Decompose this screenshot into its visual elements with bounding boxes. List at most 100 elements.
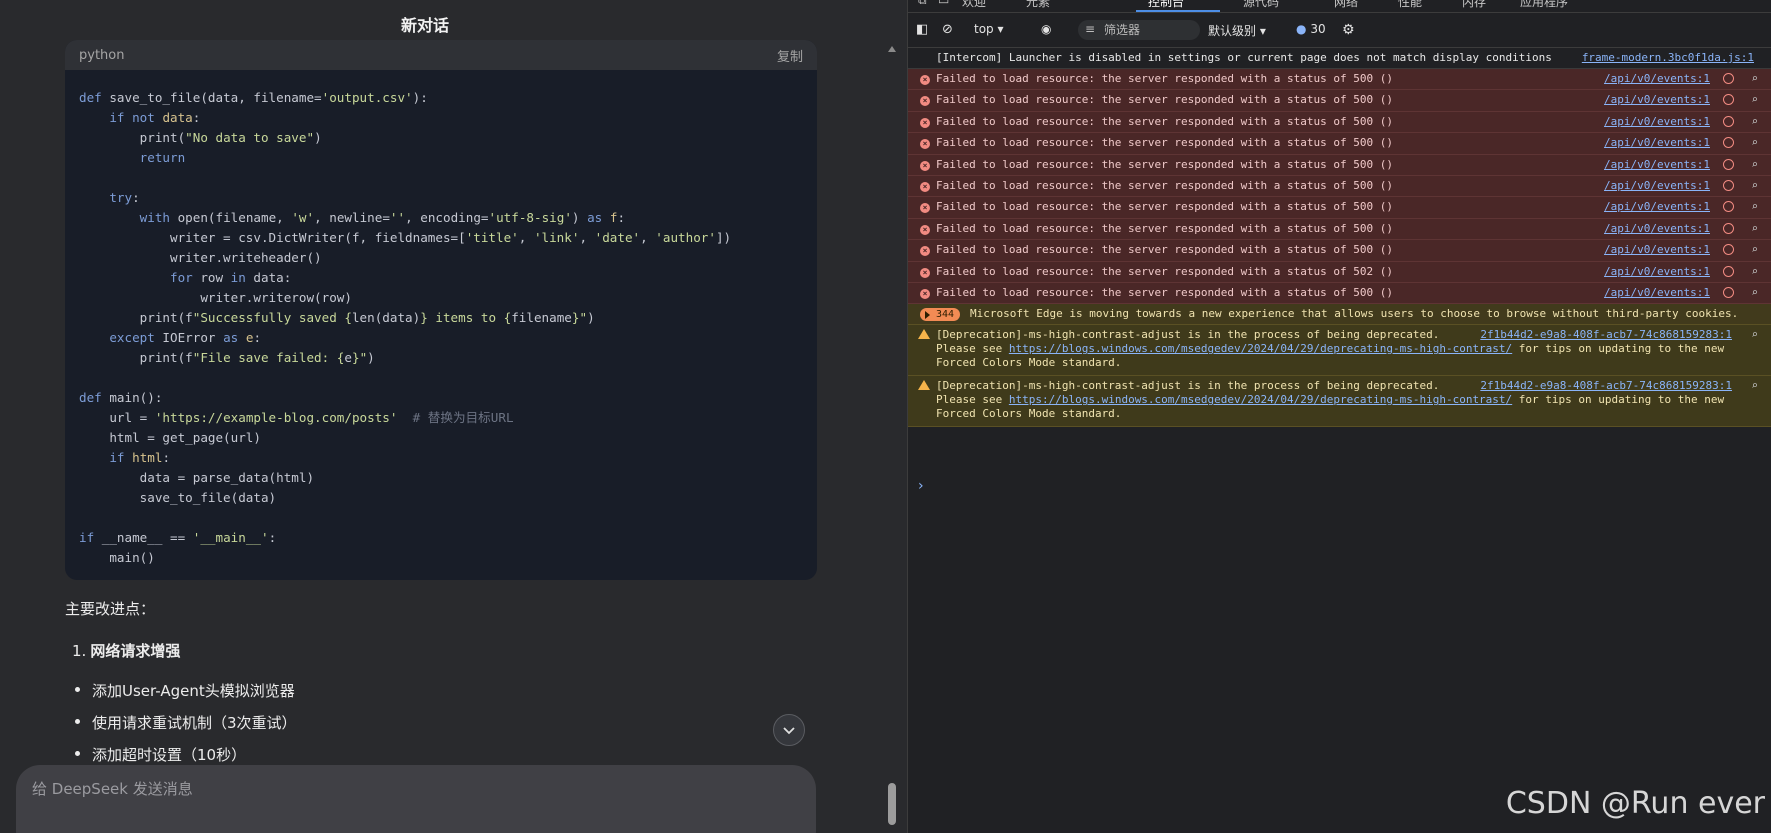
chevron-down-icon: [783, 727, 795, 735]
code-block-header: python 复制: [65, 40, 817, 70]
warning-line: Forced Colors Mode standard.: [936, 407, 1122, 421]
tab-elements[interactable]: 元素: [1026, 0, 1050, 10]
source-link[interactable]: /api/v0/events:1: [1604, 136, 1710, 150]
settings-gear-icon[interactable]: ⚙: [1342, 22, 1355, 38]
source-link[interactable]: frame-modern.3bc0f1da.js:1: [1582, 51, 1754, 65]
bullet-text: 使用请求重试机制（3次重试）: [92, 714, 297, 732]
error-icon: ×: [920, 288, 930, 299]
source-link[interactable]: /api/v0/events:1: [1604, 222, 1710, 236]
context-selector-value: top: [974, 22, 994, 36]
network-request-icon[interactable]: [1723, 137, 1734, 149]
console-error-row: × Failed to load resource: the server res…: [908, 261, 1771, 283]
network-request-icon[interactable]: [1723, 201, 1734, 213]
search-icon[interactable]: ⌕: [1751, 328, 1758, 342]
bullet-item: 使用请求重试机制（3次重试）: [75, 712, 297, 733]
edge-notice-row[interactable]: 344 Microsoft Edge is moving towards a n…: [908, 304, 1771, 326]
source-link[interactable]: 2f1b44d2-e9a8-408f-acb7-74c868159283:1: [1480, 328, 1732, 342]
scrollbar-thumb[interactable]: [888, 783, 896, 825]
device-toggle-icon[interactable]: ⧉: [918, 0, 927, 8]
filter-input[interactable]: [1078, 20, 1200, 40]
context-selector[interactable]: top ▾: [974, 22, 1004, 36]
warning-line: Please see https://blogs.windows.com/mse…: [936, 342, 1771, 356]
tab-application[interactable]: 应用程序: [1520, 0, 1568, 10]
scroll-to-bottom-button[interactable]: [773, 714, 805, 746]
bullet-text: 添加User-Agent头模拟浏览器: [92, 682, 295, 700]
console-error-row: × Failed to load resource: the server res…: [908, 240, 1771, 262]
source-link[interactable]: /api/v0/events:1: [1604, 286, 1710, 300]
search-icon[interactable]: ⌕: [1751, 179, 1758, 193]
issues-counter[interactable]: ● 30: [1296, 22, 1326, 36]
network-request-icon[interactable]: [1723, 94, 1734, 106]
network-request-icon[interactable]: [1723, 158, 1734, 170]
error-icon: ×: [920, 139, 930, 150]
tab-memory[interactable]: 内存: [1462, 0, 1486, 10]
console-error-row: × Failed to load resource: the server res…: [908, 133, 1771, 155]
error-icon: ×: [920, 96, 930, 107]
deprecation-link[interactable]: https://blogs.windows.com/msedgedev/2024…: [1009, 393, 1512, 406]
source-link[interactable]: /api/v0/events:1: [1604, 179, 1710, 193]
search-icon[interactable]: ⌕: [1751, 115, 1758, 129]
sidebar-toggle-icon[interactable]: ◧: [916, 22, 928, 37]
bullet-text: 添加超时设置（10秒）: [92, 746, 247, 764]
bullet-dot: [75, 687, 80, 692]
clear-console-icon[interactable]: ⊘: [942, 22, 953, 37]
network-request-icon[interactable]: [1723, 244, 1734, 256]
console-error-row: × Failed to load resource: the server res…: [908, 218, 1771, 241]
deprecation-link[interactable]: https://blogs.windows.com/msedgedev/2024…: [1009, 342, 1512, 355]
error-icon: ×: [920, 181, 930, 192]
tab-sources[interactable]: 源代码: [1243, 0, 1279, 10]
search-icon[interactable]: ⌕: [1751, 72, 1758, 86]
search-icon[interactable]: ⌕: [1751, 93, 1758, 107]
inspect-icon[interactable]: ▭: [938, 0, 949, 7]
search-icon[interactable]: ⌕: [1751, 286, 1758, 300]
network-request-icon[interactable]: [1723, 286, 1734, 298]
network-request-icon[interactable]: [1723, 179, 1734, 191]
search-icon[interactable]: ⌕: [1751, 200, 1758, 214]
error-message: Failed to load resource: the server resp…: [936, 264, 1393, 278]
search-icon[interactable]: ⌕: [1751, 243, 1758, 257]
network-request-icon[interactable]: [1723, 115, 1734, 127]
tab-welcome[interactable]: 欢迎: [962, 0, 986, 10]
source-link[interactable]: /api/v0/events:1: [1604, 265, 1710, 279]
message-count-badge: 344: [920, 308, 961, 322]
error-rows: × Failed to load resource: the server res…: [908, 69, 1771, 305]
live-expression-icon[interactable]: ◉: [1041, 22, 1051, 36]
source-link[interactable]: /api/v0/events:1: [1604, 158, 1710, 172]
console-prompt[interactable]: ›: [918, 478, 924, 494]
search-icon[interactable]: ⌕: [1751, 379, 1758, 393]
filter-icon: ≡: [1085, 22, 1096, 36]
scroll-up-arrow-icon[interactable]: [888, 46, 896, 52]
network-request-icon[interactable]: [1723, 265, 1734, 277]
network-request-icon[interactable]: [1723, 222, 1734, 234]
source-link[interactable]: /api/v0/events:1: [1604, 243, 1710, 257]
improvements-heading: 主要改进点：: [65, 600, 156, 618]
network-request-icon[interactable]: [1723, 73, 1734, 84]
tab-performance[interactable]: 性能: [1398, 0, 1422, 10]
source-link[interactable]: /api/v0/events:1: [1604, 93, 1710, 107]
edge-notice-text: Microsoft Edge is moving towards a new e…: [970, 307, 1739, 321]
error-icon: ×: [920, 224, 930, 235]
chat-scrollbar[interactable]: [888, 40, 896, 833]
message-input[interactable]: [30, 779, 634, 799]
source-link[interactable]: 2f1b44d2-e9a8-408f-acb7-74c868159283:1: [1480, 379, 1732, 393]
search-icon[interactable]: ⌕: [1751, 158, 1758, 172]
console-warning-row: [Deprecation]-ms-high-contrast-adjust is…: [908, 376, 1771, 428]
source-link[interactable]: /api/v0/events:1: [1604, 72, 1710, 86]
log-level-selector[interactable]: 默认级别 ▾: [1208, 22, 1266, 39]
error-message: Failed to load resource: the server resp…: [936, 200, 1393, 214]
source-link[interactable]: /api/v0/events:1: [1604, 200, 1710, 214]
warning-text: Please see: [936, 393, 1009, 407]
search-icon[interactable]: ⌕: [1751, 222, 1758, 236]
warning-line: Forced Colors Mode standard.: [936, 356, 1122, 370]
search-icon[interactable]: ⌕: [1751, 136, 1758, 150]
tab-console[interactable]: 控制台: [1148, 0, 1184, 10]
copy-button[interactable]: 复制: [777, 46, 803, 65]
source-link[interactable]: /api/v0/events:1: [1604, 115, 1710, 129]
console-info-row: [Intercom] Launcher is disabled in setti…: [908, 48, 1771, 69]
console-error-row: × Failed to load resource: the server res…: [908, 90, 1771, 112]
search-icon[interactable]: ⌕: [1751, 265, 1758, 279]
tab-network[interactable]: 网络: [1334, 0, 1358, 10]
error-icon: ×: [920, 246, 930, 257]
console-error-row: × Failed to load resource: the server res…: [908, 197, 1771, 219]
improvement-item: 1. 网络请求增强: [72, 640, 180, 661]
